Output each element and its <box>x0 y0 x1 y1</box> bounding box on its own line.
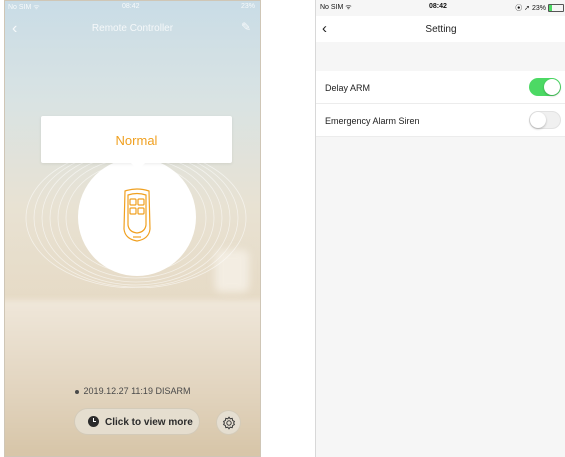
setting-label: Delay ARM <box>325 83 371 93</box>
status-time: 08:42 <box>429 3 447 10</box>
remote-controller-screen: No SIM ᯤ 08:42 23% ‹ Remote Controller ✎ <box>4 0 261 457</box>
settings-list: Delay ARM Emergency Alarm Siren <box>316 71 565 137</box>
setting-row-emergency-alarm-siren[interactable]: Emergency Alarm Siren <box>316 104 565 137</box>
battery-icon <box>548 4 564 13</box>
page-title: Setting <box>425 24 457 35</box>
emergency-alarm-siren-toggle[interactable] <box>529 111 561 129</box>
battery-percent: ⦿ ➚ 23% <box>515 5 546 12</box>
toggle-knob <box>530 112 546 128</box>
setting-row-delay-arm[interactable]: Delay ARM <box>316 71 565 104</box>
screen-frame <box>4 0 261 457</box>
delay-arm-toggle[interactable] <box>529 78 561 96</box>
nav-bar: ‹ Setting <box>316 16 565 42</box>
toggle-knob <box>544 79 560 95</box>
status-bar: No SIM ᯤ 08:42 ⦿ ➚ 23% <box>316 0 565 14</box>
setting-screen: No SIM ᯤ 08:42 ⦿ ➚ 23% ‹ Setting Delay A… <box>315 0 565 457</box>
battery-indicator: ⦿ ➚ 23% <box>515 3 564 13</box>
setting-label: Emergency Alarm Siren <box>325 116 420 126</box>
carrier-label: No SIM ᯤ <box>320 4 352 11</box>
